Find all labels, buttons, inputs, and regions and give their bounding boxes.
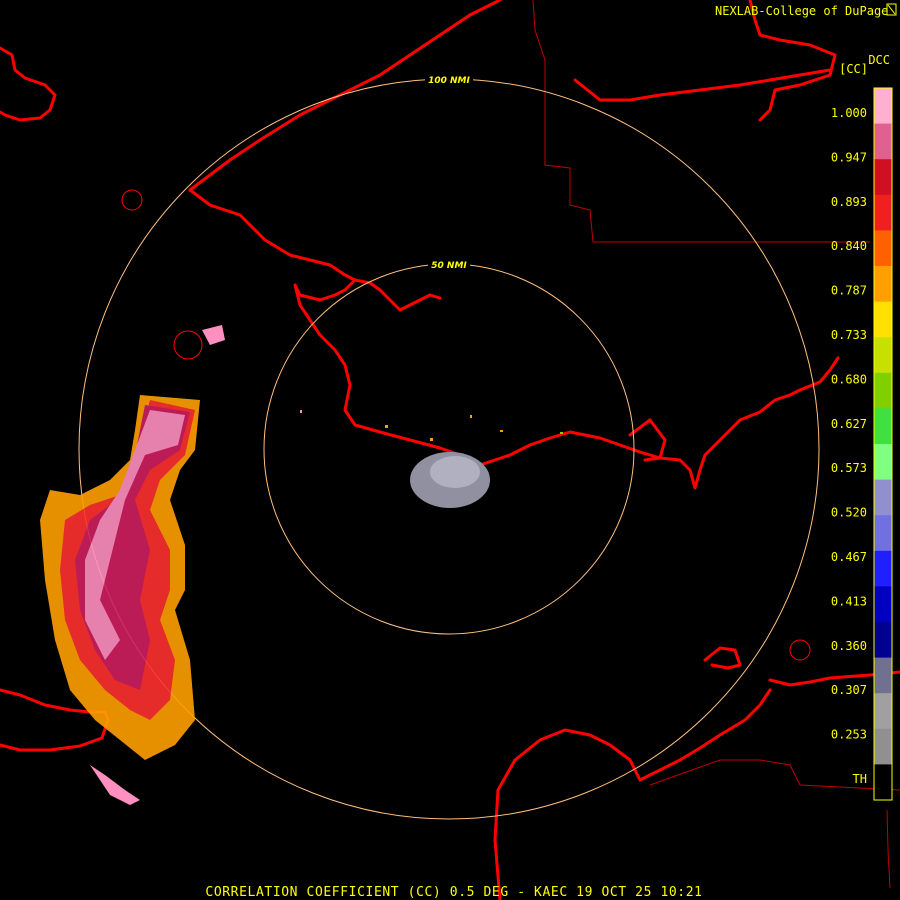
color-scale-label: 0.787 <box>831 284 867 298</box>
color-scale-swatch <box>874 550 892 587</box>
speckle-5 <box>300 410 302 413</box>
color-scale-swatch <box>874 408 892 445</box>
credit-text: NEXLAB-College of DuPage <box>715 4 888 18</box>
color-scale-swatch <box>874 88 892 125</box>
color-scale-label: 0.733 <box>831 328 867 342</box>
unit-label: [CC] <box>839 62 868 76</box>
color-scale-swatch <box>874 266 892 303</box>
color-scale-label: 0.627 <box>831 417 867 431</box>
color-scale-label: 0.893 <box>831 195 867 209</box>
speckle-3 <box>470 415 472 418</box>
color-scale-swatch <box>874 764 892 801</box>
color-scale-label: 0.413 <box>831 594 867 608</box>
color-scale-swatch <box>874 301 892 338</box>
color-scale <box>873 87 893 801</box>
speckle-6 <box>560 432 563 434</box>
speckle-2 <box>430 438 433 441</box>
color-scale-label: 1.000 <box>831 106 867 120</box>
color-scale-swatch <box>874 123 892 160</box>
color-scale-swatch <box>874 586 892 623</box>
color-scale-label: 0.253 <box>831 728 867 742</box>
color-scale-label: TH <box>853 772 867 786</box>
color-scale-label: 0.840 <box>831 239 867 253</box>
color-scale-swatch <box>874 372 892 409</box>
ring-100-label: 100 NMI <box>428 76 470 86</box>
color-scale-swatch <box>874 230 892 267</box>
radar-map: 100 NMI 50 NMI NEXLAB-College of DuPage … <box>0 0 900 900</box>
color-scale-swatch <box>874 693 892 730</box>
ring-50-label: 50 NMI <box>431 261 467 271</box>
color-scale-label: 0.360 <box>831 639 867 653</box>
speckle-4 <box>500 430 503 432</box>
product-code: DCC <box>868 53 890 67</box>
color-scale-swatch <box>874 444 892 481</box>
color-scale-swatch <box>874 657 892 694</box>
echo-center-core <box>430 456 480 488</box>
color-scale-swatch <box>874 479 892 516</box>
color-scale-swatch <box>874 337 892 374</box>
color-scale-swatch <box>874 194 892 231</box>
product-caption: CORRELATION COEFFICIENT (CC) 0.5 DEG - K… <box>205 885 702 900</box>
color-scale-label: 0.680 <box>831 372 867 386</box>
speckle-1 <box>385 425 388 428</box>
color-scale-label: 0.520 <box>831 506 867 520</box>
color-scale-swatch <box>874 159 892 196</box>
color-scale-label: 0.947 <box>831 150 867 164</box>
color-scale-label: 0.573 <box>831 461 867 475</box>
color-scale-label: 0.307 <box>831 683 867 697</box>
color-scale-swatch <box>874 515 892 552</box>
color-scale-swatch <box>874 622 892 659</box>
color-scale-swatch <box>874 728 892 765</box>
color-scale-label: 0.467 <box>831 550 867 564</box>
